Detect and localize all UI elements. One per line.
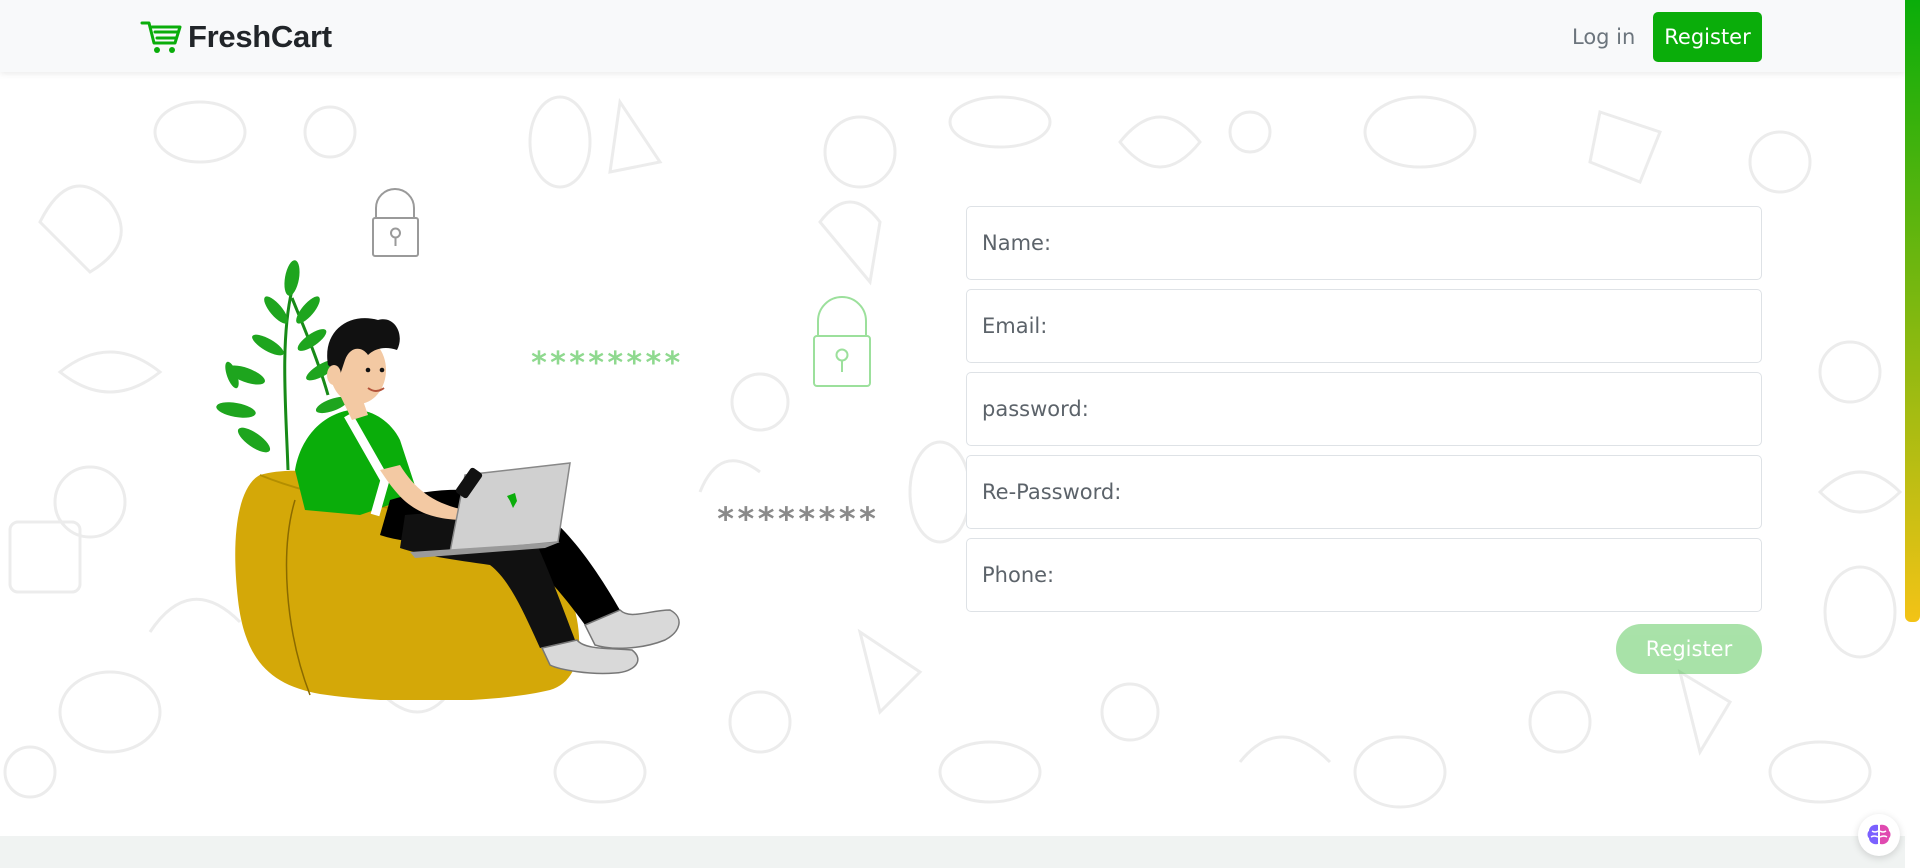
repassword-field-wrapper	[966, 455, 1762, 529]
password-mask-green: ********	[530, 346, 683, 381]
password-mask-grey: ********	[716, 500, 879, 538]
scrollbar-thumb[interactable]	[1905, 0, 1920, 622]
register-form: Register	[966, 206, 1762, 684]
navbar: FreshCart Log in Register	[0, 0, 1905, 72]
signup-illustration	[216, 188, 871, 700]
brand-logo[interactable]: FreshCart	[140, 18, 332, 56]
register-nav-button[interactable]: Register	[1653, 12, 1762, 62]
register-submit-button[interactable]: Register	[1616, 624, 1762, 674]
password-input[interactable]	[982, 397, 1761, 421]
brand-name: FreshCart	[188, 19, 332, 54]
padlock-green-icon	[813, 296, 871, 387]
shopping-cart-icon	[140, 21, 182, 53]
password-field-wrapper	[966, 372, 1762, 446]
padlock-icon	[372, 188, 419, 257]
brain-icon	[1867, 824, 1891, 845]
submit-row: Register	[966, 624, 1762, 684]
email-input[interactable]	[982, 314, 1761, 338]
register-page: FreshCart Log in Register ******** *****…	[0, 0, 1920, 868]
footer-strip	[0, 836, 1905, 868]
name-field-wrapper	[966, 206, 1762, 280]
repassword-input[interactable]	[982, 480, 1761, 504]
name-input[interactable]	[982, 231, 1761, 255]
phone-field-wrapper	[966, 538, 1762, 612]
login-link[interactable]: Log in	[1572, 20, 1635, 54]
email-field-wrapper	[966, 289, 1762, 363]
phone-input[interactable]	[982, 563, 1761, 587]
floating-extension-button[interactable]	[1858, 814, 1900, 856]
